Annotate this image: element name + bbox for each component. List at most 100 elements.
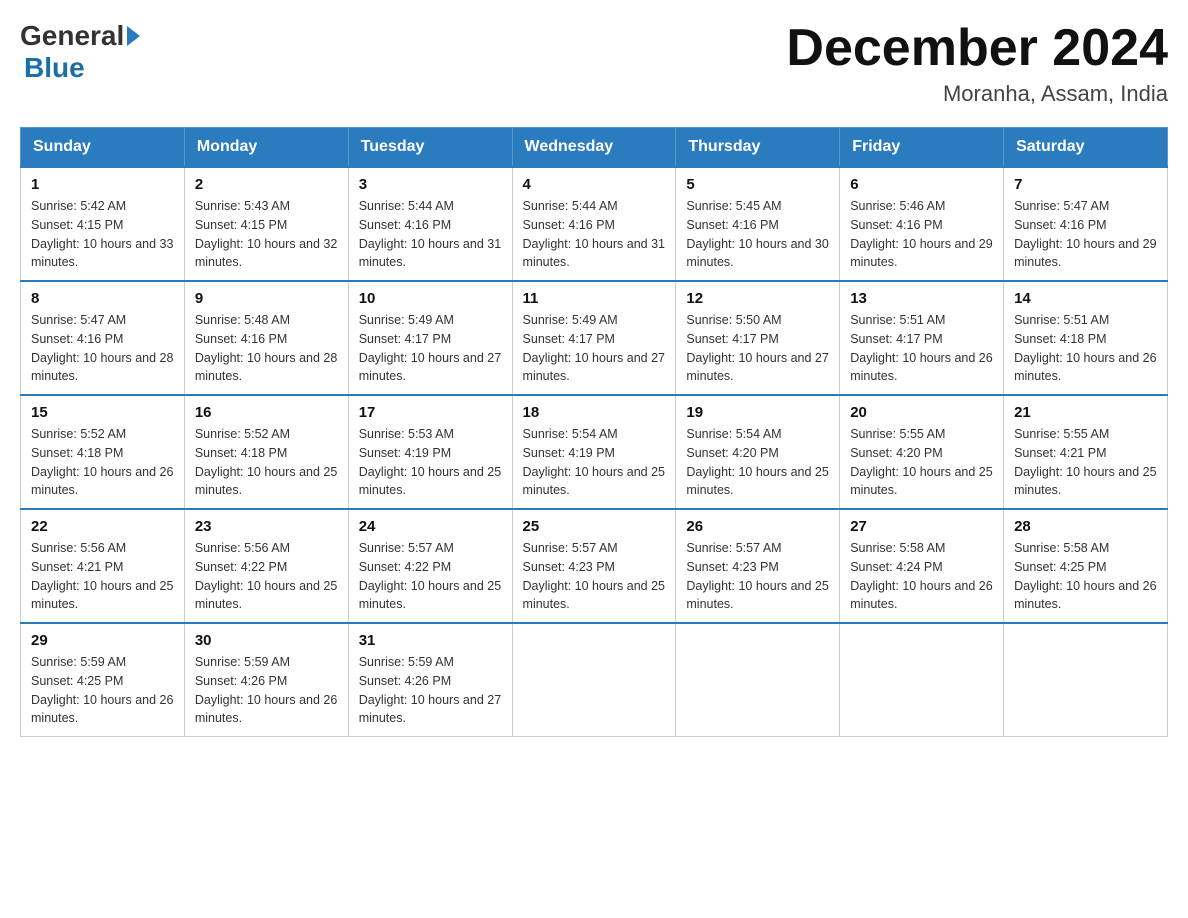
calendar-cell: 11Sunrise: 5:49 AMSunset: 4:17 PMDayligh… (512, 281, 676, 395)
day-info: Sunrise: 5:58 AMSunset: 4:25 PMDaylight:… (1014, 539, 1157, 614)
calendar-cell: 26 Sunrise: 5:57 AMSunset: 4:23 PMDayligh… (676, 509, 840, 623)
day-info: Sunrise: 5:56 AMSunset: 4:22 PMDaylight:… (195, 539, 338, 614)
day-number: 27 (850, 518, 993, 535)
calendar-cell: 12 Sunrise: 5:50 AMSunset: 4:17 PMDayligh… (676, 281, 840, 395)
day-info: Sunrise: 5:52 AMSunset: 4:18 PMDaylight:… (195, 425, 338, 500)
week-row-4: 22Sunrise: 5:56 AMSunset: 4:21 PMDayligh… (21, 509, 1168, 623)
calendar-cell: 3Sunrise: 5:44 AMSunset: 4:16 PMDaylight… (348, 167, 512, 281)
day-number: 10 (359, 290, 502, 307)
day-info: Sunrise: 5:46 AMSunset: 4:16 PMDaylight:… (850, 197, 993, 272)
day-info: Sunrise: 5:49 AMSunset: 4:17 PMDaylight:… (359, 311, 502, 386)
calendar-cell: 5 Sunrise: 5:45 AMSunset: 4:16 PMDaylight… (676, 167, 840, 281)
day-info: Sunrise: 5:45 AMSunset: 4:16 PMDaylight:… (686, 197, 829, 272)
day-info: Sunrise: 5:54 AMSunset: 4:20 PMDaylight:… (686, 425, 829, 500)
col-header-sunday: Sunday (21, 128, 185, 168)
day-info: Sunrise: 5:51 AMSunset: 4:18 PMDaylight:… (1014, 311, 1157, 386)
day-number: 28 (1014, 518, 1157, 535)
day-info: Sunrise: 5:44 AMSunset: 4:16 PMDaylight:… (523, 197, 666, 272)
calendar-cell: 7 Sunrise: 5:47 AMSunset: 4:16 PMDaylight… (1004, 167, 1168, 281)
day-number: 2 (195, 176, 338, 193)
day-info: Sunrise: 5:47 AMSunset: 4:16 PMDaylight:… (31, 311, 174, 386)
calendar-cell: 20Sunrise: 5:55 AMSunset: 4:20 PMDayligh… (840, 395, 1004, 509)
week-row-5: 29Sunrise: 5:59 AMSunset: 4:25 PMDayligh… (21, 623, 1168, 737)
calendar-cell: 17 Sunrise: 5:53 AMSunset: 4:19 PMDayligh… (348, 395, 512, 509)
day-number: 9 (195, 290, 338, 307)
col-header-thursday: Thursday (676, 128, 840, 168)
col-header-wednesday: Wednesday (512, 128, 676, 168)
calendar-cell: 16 Sunrise: 5:52 AMSunset: 4:18 PMDayligh… (184, 395, 348, 509)
calendar-header-row: SundayMondayTuesdayWednesdayThursdayFrid… (21, 128, 1168, 168)
calendar-cell: 23 Sunrise: 5:56 AMSunset: 4:22 PMDayligh… (184, 509, 348, 623)
day-info: Sunrise: 5:59 AMSunset: 4:26 PMDaylight:… (359, 653, 502, 728)
day-number: 12 (686, 290, 829, 307)
calendar-cell: 29Sunrise: 5:59 AMSunset: 4:25 PMDayligh… (21, 623, 185, 737)
day-info: Sunrise: 5:50 AMSunset: 4:17 PMDaylight:… (686, 311, 829, 386)
day-number: 4 (523, 176, 666, 193)
day-info: Sunrise: 5:47 AMSunset: 4:16 PMDaylight:… (1014, 197, 1157, 272)
day-number: 19 (686, 404, 829, 421)
day-number: 23 (195, 518, 338, 535)
location-subtitle: Moranha, Assam, India (786, 81, 1168, 107)
calendar-cell: 25 Sunrise: 5:57 AMSunset: 4:23 PMDayligh… (512, 509, 676, 623)
day-info: Sunrise: 5:51 AMSunset: 4:17 PMDaylight:… (850, 311, 993, 386)
day-info: Sunrise: 5:42 AMSunset: 4:15 PMDaylight:… (31, 197, 174, 272)
month-year-title: December 2024 (786, 20, 1168, 77)
day-number: 5 (686, 176, 829, 193)
calendar-cell: 2Sunrise: 5:43 AMSunset: 4:15 PMDaylight… (184, 167, 348, 281)
col-header-friday: Friday (840, 128, 1004, 168)
day-info: Sunrise: 5:44 AMSunset: 4:16 PMDaylight:… (359, 197, 502, 272)
day-number: 17 (359, 404, 502, 421)
day-number: 16 (195, 404, 338, 421)
day-number: 25 (523, 518, 666, 535)
calendar-cell: 24 Sunrise: 5:57 AMSunset: 4:22 PMDayligh… (348, 509, 512, 623)
day-number: 7 (1014, 176, 1157, 193)
calendar-cell: 30 Sunrise: 5:59 AMSunset: 4:26 PMDayligh… (184, 623, 348, 737)
col-header-saturday: Saturday (1004, 128, 1168, 168)
week-row-2: 8Sunrise: 5:47 AMSunset: 4:16 PMDaylight… (21, 281, 1168, 395)
day-number: 15 (31, 404, 174, 421)
day-number: 6 (850, 176, 993, 193)
day-info: Sunrise: 5:57 AMSunset: 4:23 PMDaylight:… (523, 539, 666, 614)
page-header: General Blue December 2024 Moranha, Assa… (20, 20, 1168, 107)
calendar-cell: 1 Sunrise: 5:42 AMSunset: 4:15 PMDaylight… (21, 167, 185, 281)
day-info: Sunrise: 5:59 AMSunset: 4:25 PMDaylight:… (31, 653, 174, 728)
calendar-cell: 27Sunrise: 5:58 AMSunset: 4:24 PMDayligh… (840, 509, 1004, 623)
day-number: 31 (359, 632, 502, 649)
calendar-cell: 15 Sunrise: 5:52 AMSunset: 4:18 PMDayligh… (21, 395, 185, 509)
logo-general-text: General (20, 20, 124, 52)
day-info: Sunrise: 5:57 AMSunset: 4:23 PMDaylight:… (686, 539, 829, 614)
day-info: Sunrise: 5:48 AMSunset: 4:16 PMDaylight:… (195, 311, 338, 386)
day-number: 30 (195, 632, 338, 649)
day-info: Sunrise: 5:57 AMSunset: 4:22 PMDaylight:… (359, 539, 502, 614)
day-number: 22 (31, 518, 174, 535)
logo-triangle-icon (127, 26, 140, 46)
day-number: 18 (523, 404, 666, 421)
day-number: 14 (1014, 290, 1157, 307)
day-info: Sunrise: 5:53 AMSunset: 4:19 PMDaylight:… (359, 425, 502, 500)
day-info: Sunrise: 5:55 AMSunset: 4:21 PMDaylight:… (1014, 425, 1157, 500)
day-number: 24 (359, 518, 502, 535)
calendar-cell: 13 Sunrise: 5:51 AMSunset: 4:17 PMDayligh… (840, 281, 1004, 395)
day-info: Sunrise: 5:52 AMSunset: 4:18 PMDaylight:… (31, 425, 174, 500)
day-number: 1 (31, 176, 174, 193)
col-header-tuesday: Tuesday (348, 128, 512, 168)
calendar-cell: 8Sunrise: 5:47 AMSunset: 4:16 PMDaylight… (21, 281, 185, 395)
title-area: December 2024 Moranha, Assam, India (786, 20, 1168, 107)
calendar-cell: 9 Sunrise: 5:48 AMSunset: 4:16 PMDaylight… (184, 281, 348, 395)
calendar-cell: 19 Sunrise: 5:54 AMSunset: 4:20 PMDayligh… (676, 395, 840, 509)
calendar-cell: 6 Sunrise: 5:46 AMSunset: 4:16 PMDaylight… (840, 167, 1004, 281)
calendar-cell: 28 Sunrise: 5:58 AMSunset: 4:25 PMDayligh… (1004, 509, 1168, 623)
day-info: Sunrise: 5:55 AMSunset: 4:20 PMDaylight:… (850, 425, 993, 500)
calendar-cell (1004, 623, 1168, 737)
calendar-cell (840, 623, 1004, 737)
logo-blue-text: Blue (24, 52, 85, 83)
day-info: Sunrise: 5:54 AMSunset: 4:19 PMDaylight:… (523, 425, 666, 500)
day-number: 26 (686, 518, 829, 535)
calendar-cell: 10 Sunrise: 5:49 AMSunset: 4:17 PMDayligh… (348, 281, 512, 395)
day-number: 13 (850, 290, 993, 307)
calendar-cell: 31 Sunrise: 5:59 AMSunset: 4:26 PMDayligh… (348, 623, 512, 737)
day-info: Sunrise: 5:59 AMSunset: 4:26 PMDaylight:… (195, 653, 338, 728)
calendar-cell (512, 623, 676, 737)
calendar-cell: 4 Sunrise: 5:44 AMSunset: 4:16 PMDaylight… (512, 167, 676, 281)
calendar-table: SundayMondayTuesdayWednesdayThursdayFrid… (20, 127, 1168, 737)
